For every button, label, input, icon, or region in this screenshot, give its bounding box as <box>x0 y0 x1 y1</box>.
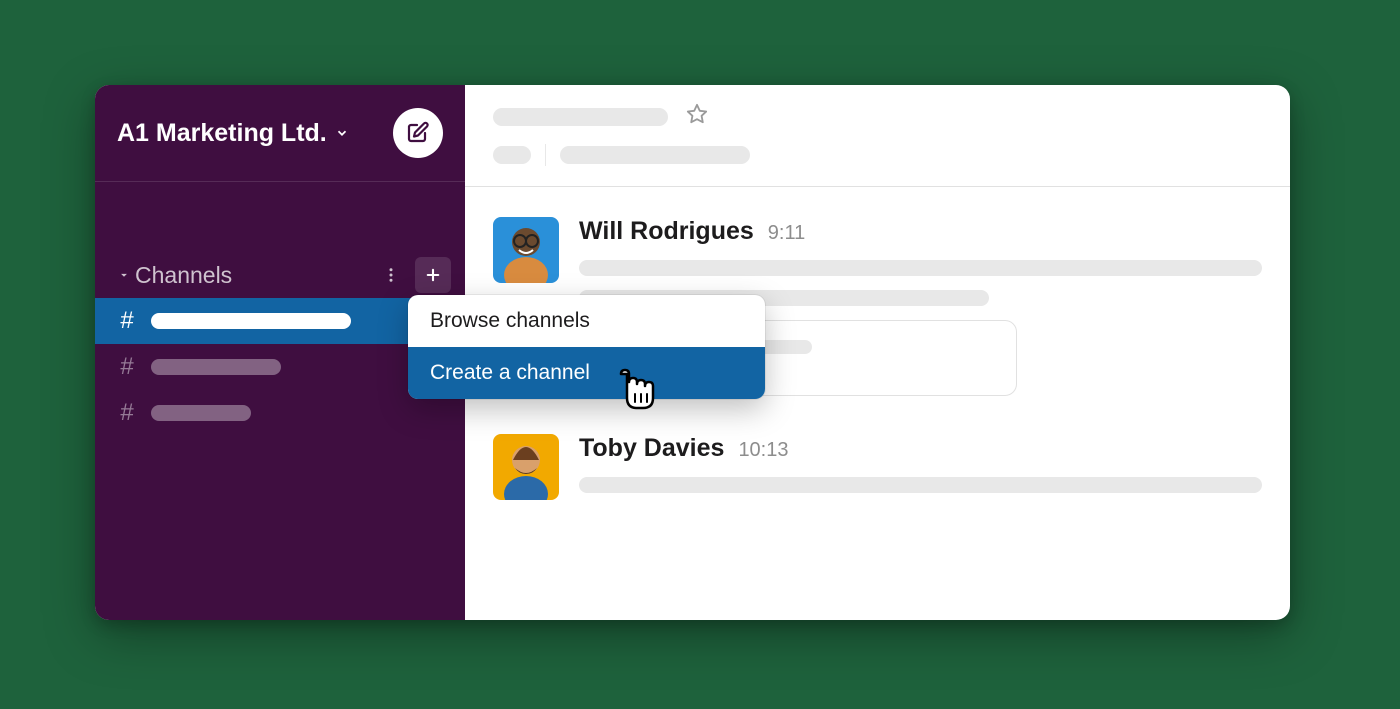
workspace-switcher[interactable]: A1 Marketing Ltd. <box>117 119 349 148</box>
compose-icon <box>406 121 430 145</box>
workspace-header: A1 Marketing Ltd. <box>95 85 465 182</box>
channel-item[interactable]: # <box>95 390 465 436</box>
avatar[interactable] <box>493 217 559 283</box>
avatar[interactable] <box>493 434 559 500</box>
hash-icon: # <box>117 307 137 335</box>
message-timestamp: 9:11 <box>768 222 805 245</box>
topbar-divider <box>545 144 546 166</box>
compose-button[interactable] <box>393 108 443 158</box>
channels-section-label: Channels <box>135 262 373 289</box>
channel-name-placeholder <box>151 313 351 329</box>
menu-item-browse-channels[interactable]: Browse channels <box>408 295 765 347</box>
menu-item-label: Create a channel <box>430 361 590 385</box>
app-window: A1 Marketing Ltd. Channels # # <box>95 85 1290 620</box>
add-channel-button[interactable] <box>415 257 451 293</box>
channels-more-button[interactable] <box>373 257 409 293</box>
plus-icon <box>424 266 442 284</box>
workspace-name: A1 Marketing Ltd. <box>117 119 327 148</box>
message-author[interactable]: Toby Davies <box>579 434 724 463</box>
message-author[interactable]: Will Rodrigues <box>579 217 754 246</box>
star-button[interactable] <box>686 103 708 130</box>
message-text-placeholder <box>579 260 1262 276</box>
hash-icon: # <box>117 353 137 381</box>
star-icon <box>686 103 708 125</box>
channel-title-placeholder <box>493 108 668 126</box>
topbar-placeholder <box>493 146 531 164</box>
hash-icon: # <box>117 399 137 427</box>
add-channel-menu: Browse channels Create a channel <box>408 295 765 399</box>
message-timestamp: 10:13 <box>738 439 788 462</box>
message: Toby Davies 10:13 <box>493 434 1262 507</box>
menu-item-create-channel[interactable]: Create a channel <box>408 347 765 399</box>
channel-topbar <box>465 85 1290 187</box>
channel-name-placeholder <box>151 405 251 421</box>
kebab-icon <box>382 266 400 284</box>
caret-down-icon <box>113 268 135 282</box>
menu-item-label: Browse channels <box>430 309 590 333</box>
channels-section-header[interactable]: Channels <box>95 252 465 298</box>
chevron-down-icon <box>335 126 349 140</box>
channel-name-placeholder <box>151 359 281 375</box>
topbar-placeholder <box>560 146 750 164</box>
message-text-placeholder <box>579 477 1262 493</box>
